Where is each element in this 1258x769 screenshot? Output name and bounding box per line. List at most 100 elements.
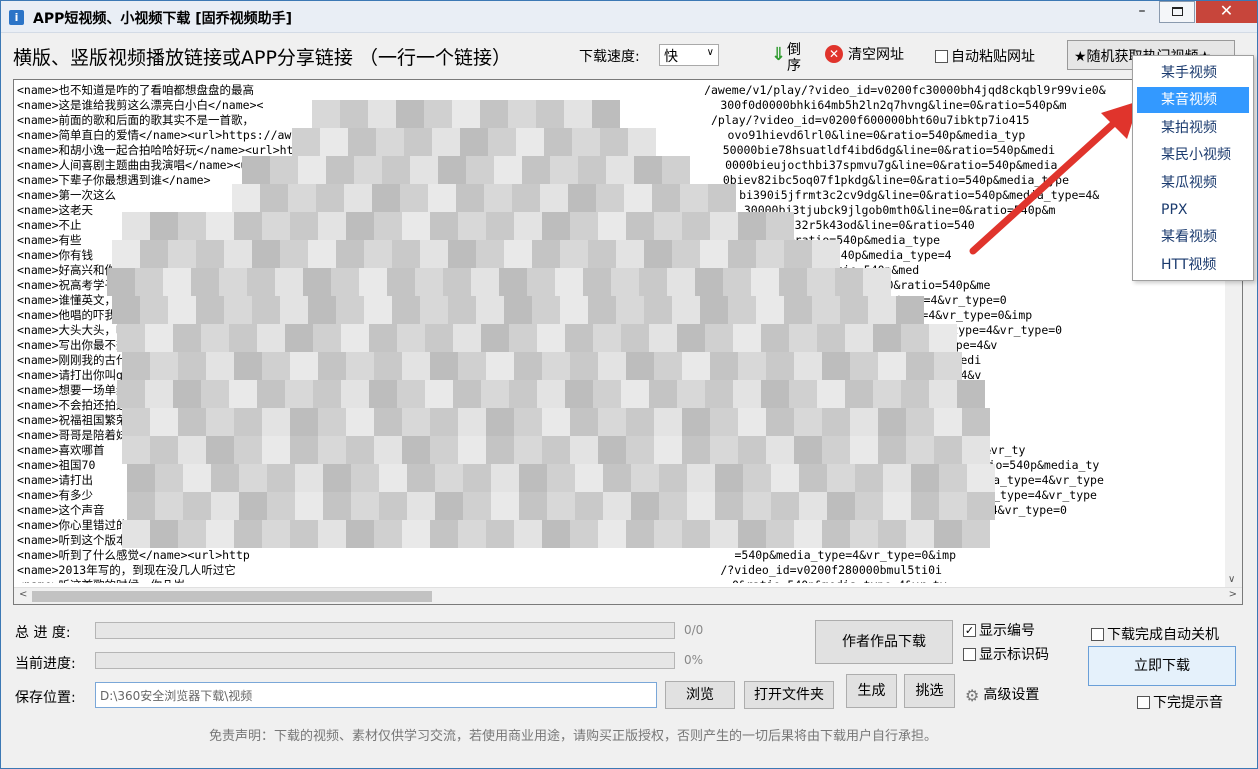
- menu-item[interactable]: 某看视频: [1137, 224, 1249, 250]
- mosaic-block: [196, 296, 224, 324]
- mosaic-block: [547, 464, 575, 492]
- minimize-button[interactable]: –: [1129, 1, 1155, 23]
- menu-item[interactable]: 某音视频: [1137, 87, 1249, 114]
- mosaic-block: [868, 296, 896, 324]
- auto-paste-checkbox[interactable]: 自动粘贴网址: [935, 46, 1035, 66]
- link-line[interactable]: <name>听到了什么感觉</name><url>http =540p&medi…: [17, 548, 1222, 563]
- mosaic-block: [598, 436, 626, 464]
- mosaic-block: [456, 184, 484, 212]
- mosaic-block: [700, 296, 728, 324]
- mosaic-block: [855, 464, 883, 492]
- maximize-icon: [1171, 7, 1183, 16]
- mosaic-block: [313, 380, 341, 408]
- mosaic-block: [883, 492, 911, 520]
- menu-item[interactable]: PPX: [1137, 197, 1249, 223]
- mosaic-block: [784, 296, 812, 324]
- scroll-right-icon[interactable]: >: [1229, 589, 1237, 600]
- scroll-left-icon[interactable]: <: [19, 589, 27, 600]
- mosaic-block: [743, 492, 771, 520]
- mosaic-block: [481, 324, 509, 352]
- mosaic-block: [588, 296, 616, 324]
- generate-button[interactable]: 生成: [846, 674, 897, 708]
- mosaic-block: [387, 268, 415, 296]
- show-number-check-box[interactable]: ✓: [963, 623, 976, 637]
- pick-button[interactable]: 挑选: [904, 674, 955, 708]
- link-line[interactable]: <name>2013年写的，到现在没几人听过它 /?video_id=v0200…: [17, 563, 1222, 578]
- mosaic-block: [570, 352, 598, 380]
- mosaic-block: [346, 520, 374, 548]
- download-now-button[interactable]: 立即下载: [1088, 646, 1236, 686]
- mosaic-block: [206, 520, 234, 548]
- mosaic-block: [550, 156, 578, 184]
- maximize-button[interactable]: [1159, 1, 1195, 23]
- mosaic-block: [400, 184, 428, 212]
- mosaic-block: [260, 184, 288, 212]
- show-code-label: 显示标识码: [979, 647, 1049, 663]
- author-works-download-button[interactable]: 作者作品下载: [815, 620, 953, 664]
- mosaic-block: [458, 352, 486, 380]
- mosaic-block: [682, 436, 710, 464]
- show-number-checkbox[interactable]: ✓ 显示编号: [963, 620, 1035, 640]
- mosaic-block: [346, 436, 374, 464]
- notify-sound-checkbox[interactable]: 下完提示音: [1137, 692, 1223, 712]
- show-code-check-box[interactable]: [963, 647, 976, 661]
- auto-paste-check-box[interactable]: [935, 49, 948, 63]
- horizontal-scrollbar[interactable]: < >: [14, 587, 1242, 604]
- auto-shutdown-check-box[interactable]: [1091, 627, 1104, 641]
- mosaic-block: [710, 520, 738, 548]
- mosaic-block: [410, 156, 438, 184]
- save-path-input[interactable]: D:\360安全浏览器下载\视频: [95, 682, 657, 708]
- notify-sound-check-box[interactable]: [1137, 695, 1150, 709]
- menu-item[interactable]: 某民小视频: [1137, 142, 1249, 168]
- menu-item[interactable]: 某拍视频: [1137, 115, 1249, 141]
- menu-item[interactable]: HTT视频: [1137, 252, 1249, 278]
- mosaic-block: [878, 408, 906, 436]
- mosaic-block: [372, 184, 400, 212]
- mosaic-block: [336, 296, 364, 324]
- mosaic-block: [771, 492, 799, 520]
- reverse-order-button[interactable]: ⇓ 倒序: [771, 38, 811, 74]
- auto-shutdown-checkbox[interactable]: 下载完成自动关机: [1091, 624, 1219, 644]
- horizontal-scroll-thumb[interactable]: [32, 591, 432, 602]
- mosaic-block: [117, 380, 145, 408]
- scroll-down-icon[interactable]: ∨: [1228, 574, 1235, 585]
- mosaic-block: [262, 352, 290, 380]
- show-code-checkbox[interactable]: 显示标识码: [963, 644, 1049, 664]
- speed-label: 下载速度:: [579, 49, 640, 65]
- mosaic-block: [794, 520, 822, 548]
- mosaic-block: [738, 352, 766, 380]
- menu-item[interactable]: 某瓜视频: [1137, 170, 1249, 196]
- mosaic-block: [962, 408, 990, 436]
- mosaic-block: [514, 352, 542, 380]
- mosaic-block: [453, 324, 481, 352]
- mosaic-block: [376, 128, 404, 156]
- mosaic-block: [326, 156, 354, 184]
- mosaic-block: [290, 212, 318, 240]
- mosaic-block: [766, 212, 794, 240]
- link-line[interactable]: <name>听这首歌的时候，你几岁 =0&ratio=540p&media_ty…: [17, 578, 1222, 583]
- mosaic-block: [285, 380, 313, 408]
- mosaic-block: [662, 156, 690, 184]
- mosaic-block: [560, 296, 588, 324]
- mosaic-block: [634, 156, 662, 184]
- speed-select[interactable]: 快 ∨: [659, 44, 719, 66]
- clear-urls-button[interactable]: ✕ 清空网址: [825, 44, 904, 66]
- advanced-settings-button[interactable]: ⚙ 高级设置: [965, 684, 1039, 705]
- mosaic-block: [649, 324, 677, 352]
- mosaic-block: [285, 324, 313, 352]
- mosaic-block: [486, 352, 514, 380]
- mosaic-block: [280, 296, 308, 324]
- mosaic-block: [600, 128, 628, 156]
- mosaic-block: [466, 156, 494, 184]
- browse-button[interactable]: 浏览: [665, 681, 735, 709]
- close-button[interactable]: ✕: [1196, 1, 1257, 23]
- open-folder-button[interactable]: 打开文件夹: [744, 681, 834, 709]
- mosaic-block: [542, 520, 570, 548]
- mosaic-block: [850, 408, 878, 436]
- mosaic-block: [458, 436, 486, 464]
- mosaic-block: [738, 436, 766, 464]
- title-bar[interactable]: i APP短视频、小视频下载 [固乔视频助手] – ✕: [1, 1, 1257, 33]
- menu-item[interactable]: 某手视频: [1137, 60, 1249, 86]
- mosaic-block: [239, 492, 267, 520]
- mosaic-block: [799, 492, 827, 520]
